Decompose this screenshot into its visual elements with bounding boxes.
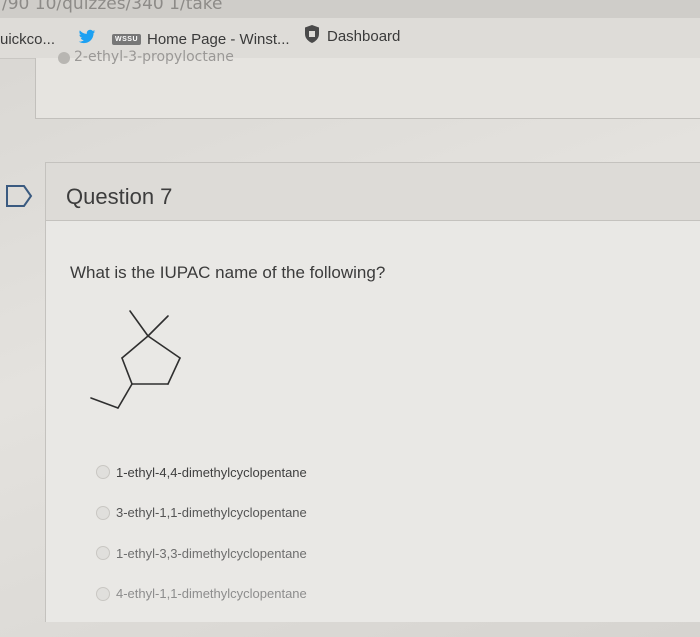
previous-answer-text: 2-ethyl-3-propyloctane: [74, 49, 234, 65]
wssu-badge: WSSU: [112, 33, 141, 45]
answer-options: 1-ethyl-4,4-dimethylcyclopentane 3-ethyl…: [96, 452, 307, 614]
answer-option-label: 3-ethyl-1,1-dimethylcyclopentane: [116, 505, 307, 521]
answer-option[interactable]: 1-ethyl-3,3-dimethylcyclopentane: [96, 533, 307, 574]
question-header: Question 7: [46, 162, 700, 221]
answer-option-label: 1-ethyl-3,3-dimethylcyclopentane: [116, 545, 307, 561]
bookmark-twitter[interactable]: [78, 28, 102, 50]
bookmark-quickconnect[interactable]: uickco...: [0, 28, 55, 50]
bookmark-label: uickco...: [0, 30, 56, 48]
address-bar-strip: /90 10/quizzes/340 1/take: [0, 0, 700, 18]
previous-question-panel: 2-ethyl-3-propyloctane: [35, 49, 700, 119]
shield-icon: [303, 24, 321, 48]
skeletal-structure-icon: [86, 302, 196, 417]
bookmark-dashboard[interactable]: Dashboard: [303, 25, 400, 47]
url-fragment: /90 10/quizzes/340 1/take: [2, 0, 223, 14]
bookmark-home-page[interactable]: WSSU Home Page - Winst...: [112, 28, 290, 50]
question-prompt: What is the IUPAC name of the following?: [70, 263, 386, 282]
question-title: Question 7: [66, 184, 173, 209]
bookmark-question-flag-icon[interactable]: [4, 183, 34, 209]
radio-button[interactable]: [96, 586, 110, 601]
bookmark-label: Home Page - Winst...: [147, 30, 290, 48]
radio-button[interactable]: [96, 505, 110, 520]
bookmark-label: Dashboard: [327, 27, 401, 45]
previous-answer-radio: [58, 52, 70, 64]
answer-option[interactable]: 1-ethyl-4,4-dimethylcyclopentane: [96, 452, 307, 493]
answer-option-label: 4-ethyl-1,1-dimethylcyclopentane: [116, 586, 307, 602]
radio-button[interactable]: [96, 465, 110, 480]
question-card: Question 7 What is the IUPAC name of the…: [45, 162, 700, 622]
radio-button[interactable]: [96, 546, 110, 561]
answer-option[interactable]: 3-ethyl-1,1-dimethylcyclopentane: [96, 493, 307, 534]
answer-option-label: 1-ethyl-4,4-dimethylcyclopentane: [116, 464, 307, 480]
twitter-bird-icon: [78, 29, 96, 49]
answer-option[interactable]: 4-ethyl-1,1-dimethylcyclopentane: [96, 574, 307, 615]
